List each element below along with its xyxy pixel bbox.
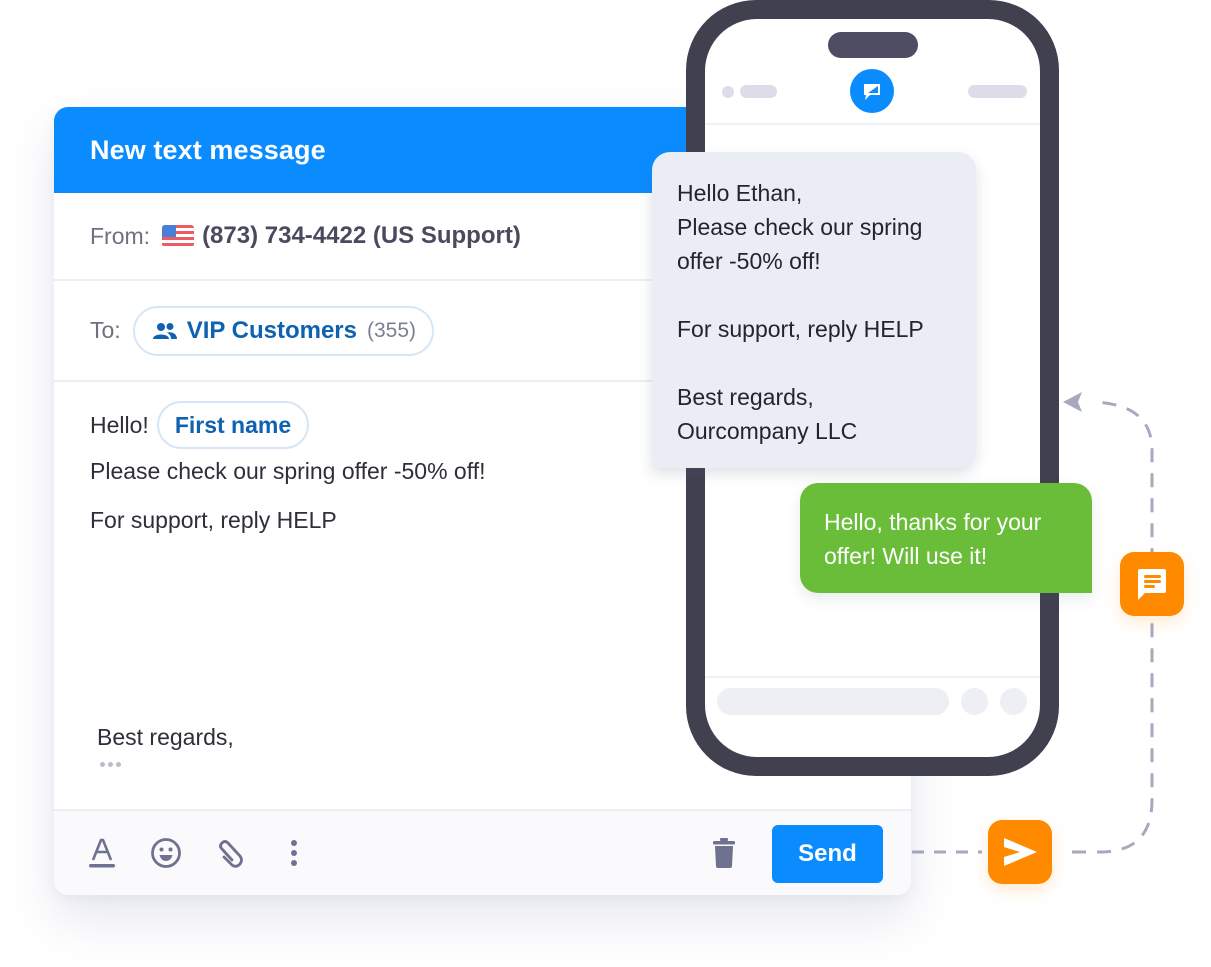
people-icon	[152, 322, 177, 339]
from-number[interactable]: (873) 734-4422 (US Support)	[202, 222, 521, 250]
phone-footer-divider	[705, 676, 1040, 678]
text-format-icon[interactable]	[86, 837, 118, 869]
to-label: To:	[90, 317, 121, 343]
signature-line: Best regards,	[97, 724, 234, 750]
recipient-chip[interactable]: VIP Customers (355)	[132, 305, 435, 356]
reply-message-bubble: Hello, thanks for your offer! Will use i…	[800, 483, 1092, 593]
status-bar-right	[968, 85, 1027, 98]
phone-message-input[interactable]	[717, 688, 949, 715]
greeting-text: Hello!	[90, 411, 149, 438]
us-flag-icon	[162, 225, 195, 247]
first-name-variable-chip[interactable]: First name	[156, 401, 310, 449]
recipient-count: (355)	[366, 318, 417, 342]
recipient-label: VIP Customers	[186, 316, 357, 344]
compose-toolbar: Send	[54, 809, 911, 895]
phone-notch	[828, 32, 918, 58]
chat-icon	[850, 69, 894, 113]
message-lines-icon	[1120, 552, 1184, 616]
phone-send-button[interactable]	[1000, 688, 1027, 715]
phone-header-divider	[705, 123, 1040, 125]
from-label: From:	[90, 222, 151, 249]
emoji-icon[interactable]	[150, 837, 182, 869]
more-vertical-icon[interactable]	[278, 837, 310, 869]
reply-message-text: Hello, thanks for your offer! Will use i…	[824, 509, 1042, 569]
incoming-message-bubble: Hello Ethan, Please check our spring off…	[652, 152, 976, 468]
compose-title: New text message	[90, 134, 326, 165]
return-connector-line	[1072, 400, 1154, 854]
arrow-head-icon	[1063, 392, 1082, 412]
trash-icon[interactable]	[712, 838, 740, 870]
send-button[interactable]: Send	[772, 825, 883, 883]
phone-action-button[interactable]	[961, 688, 988, 715]
status-indicator	[722, 86, 734, 98]
send-arrow-icon	[988, 820, 1052, 884]
attachment-icon[interactable]	[214, 837, 246, 869]
incoming-message-text: Hello Ethan, Please check our spring off…	[677, 180, 924, 444]
signature-more-icon[interactable]	[100, 762, 121, 767]
status-bar-left	[740, 85, 777, 98]
